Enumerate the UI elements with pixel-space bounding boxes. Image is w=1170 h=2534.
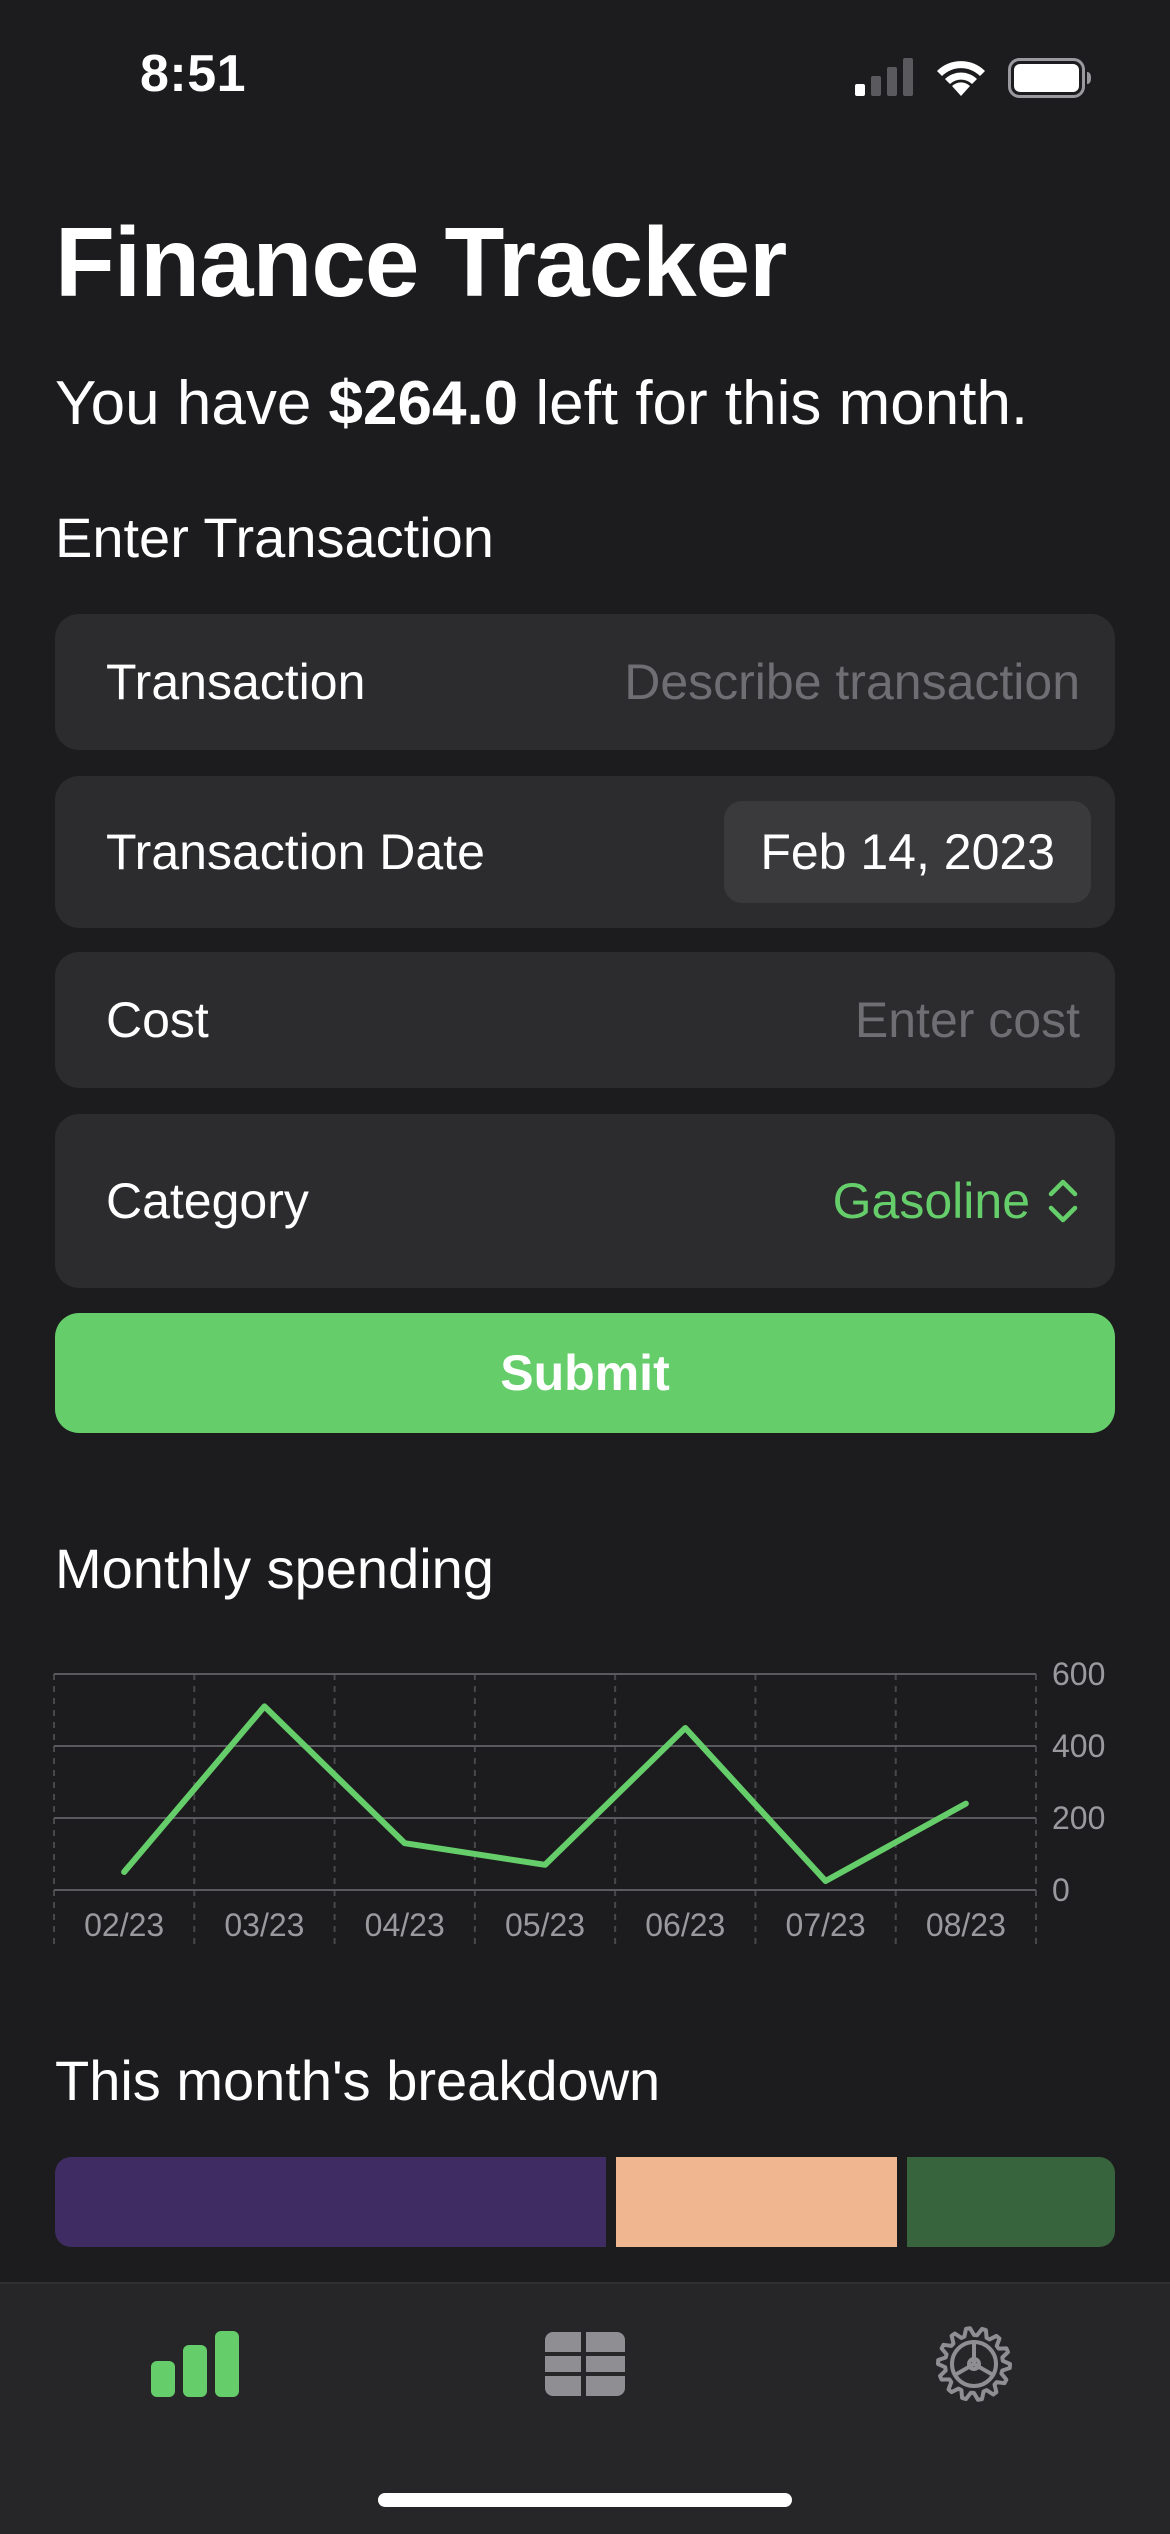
- monthly-spending-heading: Monthly spending: [55, 1536, 494, 1601]
- status-time: 8:51: [140, 44, 246, 104]
- breakdown-heading: This month's breakdown: [55, 2048, 660, 2113]
- category-row: Category Gasoline: [55, 1114, 1115, 1288]
- transaction-date-label: Transaction Date: [106, 823, 485, 881]
- transaction-input[interactable]: [520, 653, 1080, 711]
- category-value: Gasoline: [833, 1172, 1030, 1230]
- battery-icon: [1008, 58, 1092, 98]
- chart-y-tick-label: 400: [1052, 1728, 1105, 1764]
- monthly-spending-chart: 0 200 400 600 02/23 03/23 04/23 05/23 06/23 07/23…: [50, 1660, 1120, 1960]
- chart-x-tick-label: 03/23: [224, 1907, 304, 1943]
- settings-gear-icon: [934, 2324, 1014, 2404]
- chart-x-tick-label: 02/23: [84, 1907, 164, 1943]
- budget-suffix: left for this month.: [518, 369, 1028, 438]
- transaction-row: Transaction: [55, 614, 1115, 750]
- signal-icon: [855, 56, 915, 96]
- wifi-icon: [932, 56, 990, 98]
- chart-y-tick-label: 600: [1052, 1660, 1105, 1692]
- cost-label: Cost: [106, 991, 209, 1049]
- tab-table[interactable]: [525, 2314, 645, 2414]
- budget-amount: $264.0: [329, 369, 519, 438]
- chevron-up-down-icon: [1046, 1175, 1080, 1227]
- chart-x-tick-label: 07/23: [786, 1907, 866, 1943]
- bar-chart-icon: [149, 2329, 241, 2399]
- transaction-label: Transaction: [106, 653, 365, 711]
- breakdown-segment: [907, 2157, 1115, 2247]
- enter-transaction-heading: Enter Transaction: [55, 505, 494, 570]
- breakdown-segment: [55, 2157, 606, 2247]
- tab-settings[interactable]: [914, 2314, 1034, 2414]
- screen: 8:51 Finance Tracker You have $264.0 lef…: [0, 0, 1170, 2532]
- category-picker[interactable]: Gasoline: [833, 1172, 1080, 1230]
- table-icon: [543, 2330, 627, 2398]
- transaction-date-row: Transaction Date Feb 14, 2023: [55, 776, 1115, 928]
- submit-button[interactable]: Submit: [55, 1313, 1115, 1433]
- tab-charts[interactable]: [135, 2314, 255, 2414]
- chart-y-tick-label: 200: [1052, 1800, 1105, 1836]
- category-label: Category: [106, 1172, 309, 1230]
- budget-prefix: You have: [55, 369, 329, 438]
- chart-x-tick-label: 05/23: [505, 1907, 585, 1943]
- chart-series-line: [124, 1706, 966, 1881]
- budget-remaining-text: You have $264.0 left for this month.: [55, 368, 1028, 439]
- app-title: Finance Tracker: [55, 206, 786, 319]
- chart-x-tick-label: 06/23: [645, 1907, 725, 1943]
- chart-y-tick-label: 0: [1052, 1872, 1070, 1908]
- chart-x-tick-label: 04/23: [365, 1907, 445, 1943]
- chart-x-tick-label: 08/23: [926, 1907, 1006, 1943]
- breakdown-segment: [616, 2157, 897, 2247]
- cost-row: Cost: [55, 952, 1115, 1088]
- date-picker-button[interactable]: Feb 14, 2023: [724, 801, 1091, 903]
- breakdown-bar: [55, 2157, 1115, 2247]
- home-indicator: [378, 2493, 792, 2507]
- cost-input[interactable]: [520, 991, 1080, 1049]
